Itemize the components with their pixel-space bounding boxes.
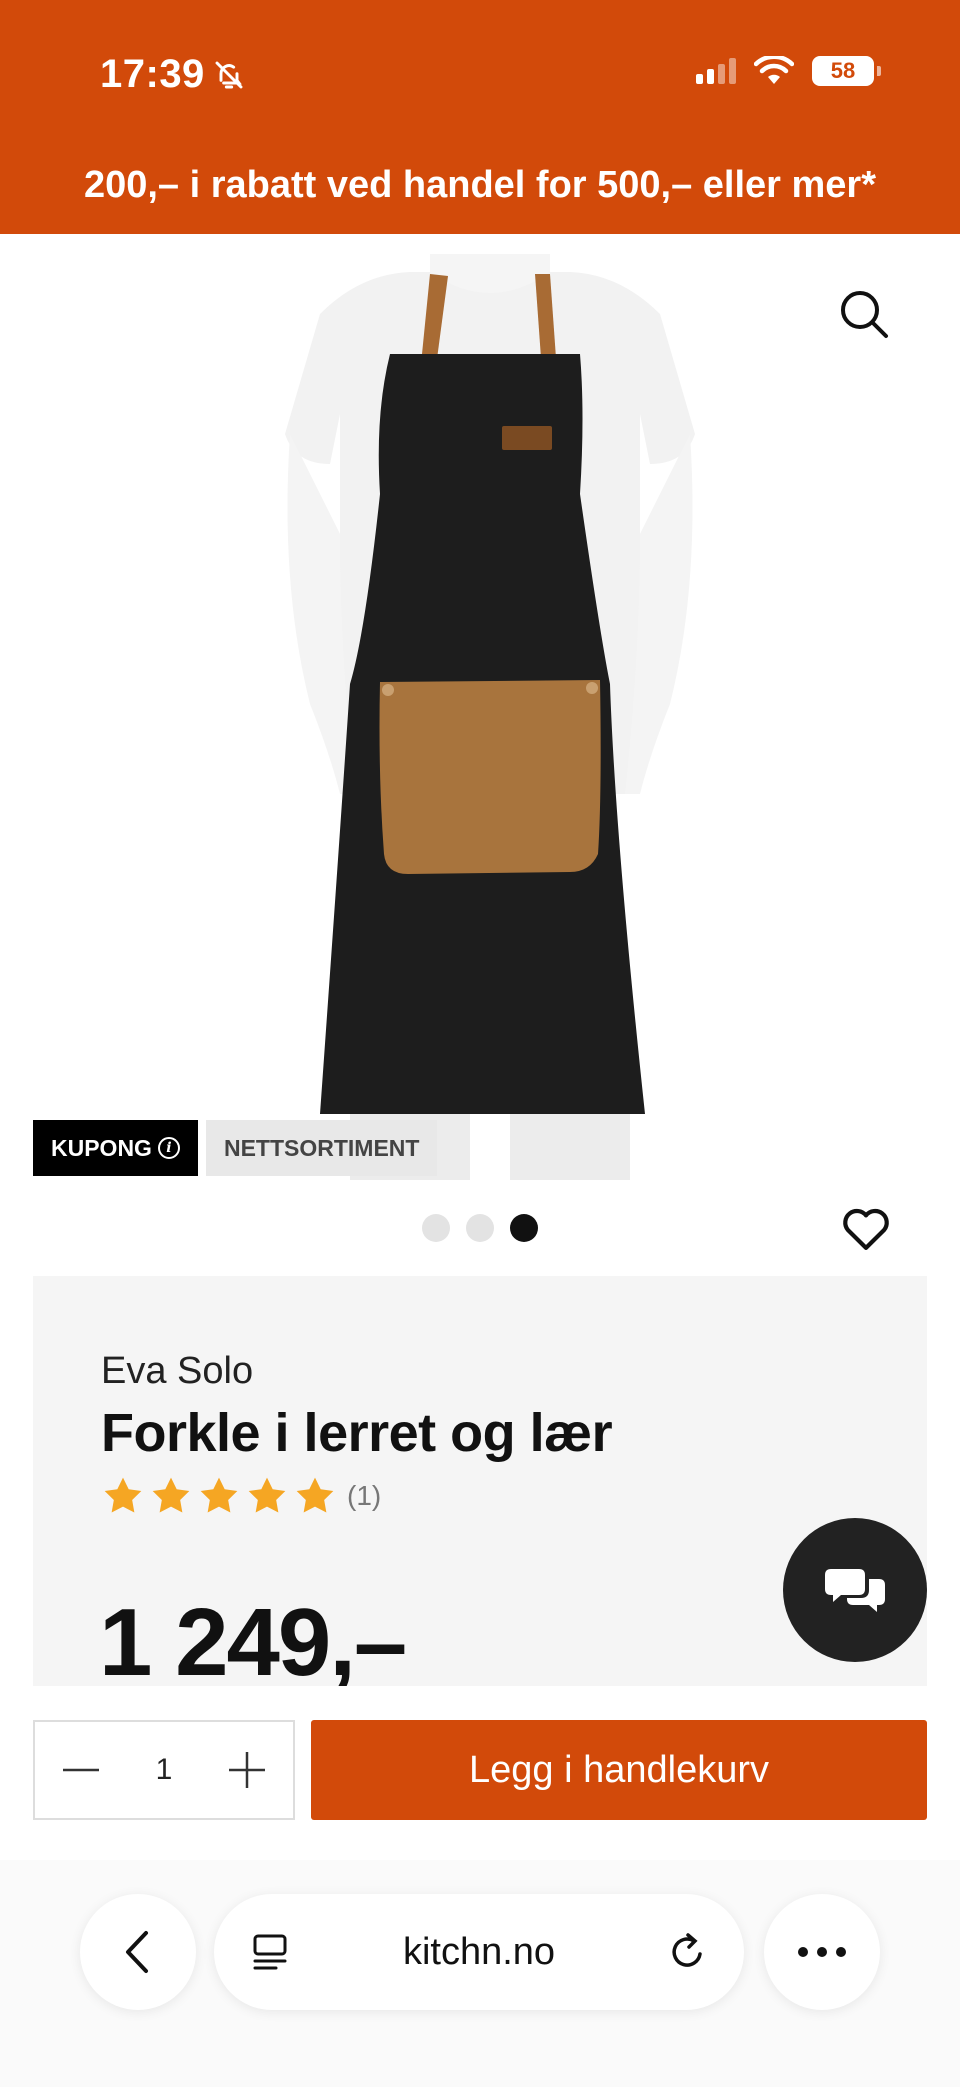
status-indicators: 58: [696, 56, 881, 86]
quantity-value[interactable]: 1: [156, 1753, 173, 1787]
chevron-left-icon: [126, 1931, 148, 1973]
search-button[interactable]: [834, 284, 894, 344]
increase-quantity-button[interactable]: [225, 1748, 269, 1792]
more-button[interactable]: [764, 1894, 880, 2010]
search-icon: [841, 291, 888, 338]
back-button[interactable]: [80, 1894, 196, 2010]
star-icon: [248, 1477, 286, 1513]
product-title: Forkle i lerret og lær: [101, 1403, 613, 1463]
web-only-badge: NETTSORTIMENT: [205, 1120, 438, 1176]
gallery-pagination: [422, 1214, 538, 1242]
product-price: 1 249,–: [99, 1589, 407, 1686]
url-text[interactable]: kitchn.no: [403, 1931, 555, 1974]
favorite-button[interactable]: [838, 1200, 894, 1256]
chat-button[interactable]: [783, 1518, 927, 1662]
battery-icon: 58: [812, 56, 881, 86]
coupon-badge[interactable]: KUPONG i: [33, 1120, 198, 1176]
decrease-quantity-button[interactable]: [59, 1748, 103, 1792]
product-rating[interactable]: (1): [101, 1474, 381, 1518]
reader-icon[interactable]: [250, 1932, 290, 1972]
add-to-cart-button[interactable]: Legg i handlekurv: [311, 1720, 927, 1820]
reload-icon[interactable]: [668, 1932, 708, 1972]
wifi-icon: [754, 56, 794, 84]
product-gallery[interactable]: [0, 234, 960, 1180]
coupon-badge-label: KUPONG: [51, 1134, 152, 1161]
quantity-stepper[interactable]: 1: [33, 1720, 295, 1820]
rating-count: (1): [347, 1480, 382, 1511]
gallery-dot-1[interactable]: [422, 1214, 450, 1242]
gallery-dot-3[interactable]: [510, 1214, 538, 1242]
star-icon: [104, 1477, 142, 1513]
gallery-dot-2[interactable]: [466, 1214, 494, 1242]
bell-slash-icon: [215, 61, 243, 88]
status-time-group: 17:39: [100, 52, 245, 97]
promo-banner[interactable]: 200,– i rabatt ved handel for 500,– elle…: [0, 164, 960, 207]
top-header: 17:39 58 200,– i rabatt ved handel for 5…: [0, 0, 960, 234]
signal-icon: [696, 58, 736, 84]
status-time: 17:39: [100, 52, 205, 96]
info-icon[interactable]: i: [157, 1137, 180, 1159]
chat-icon: [825, 1569, 885, 1612]
product-badges: KUPONG i NETTSORTIMENT: [33, 1120, 438, 1176]
product-brand[interactable]: Eva Solo: [101, 1350, 253, 1393]
star-icon: [152, 1477, 190, 1513]
browser-toolbar: kitchn.no: [0, 1860, 960, 2087]
more-icon: [798, 1947, 846, 1957]
address-bar[interactable]: kitchn.no: [214, 1894, 744, 2010]
minus-icon: [63, 1768, 99, 1772]
heart-icon: [843, 1208, 889, 1250]
product-image[interactable]: [280, 234, 700, 1180]
plus-icon: [229, 1752, 265, 1788]
star-icon: [200, 1477, 238, 1513]
star-icon: [296, 1477, 334, 1513]
